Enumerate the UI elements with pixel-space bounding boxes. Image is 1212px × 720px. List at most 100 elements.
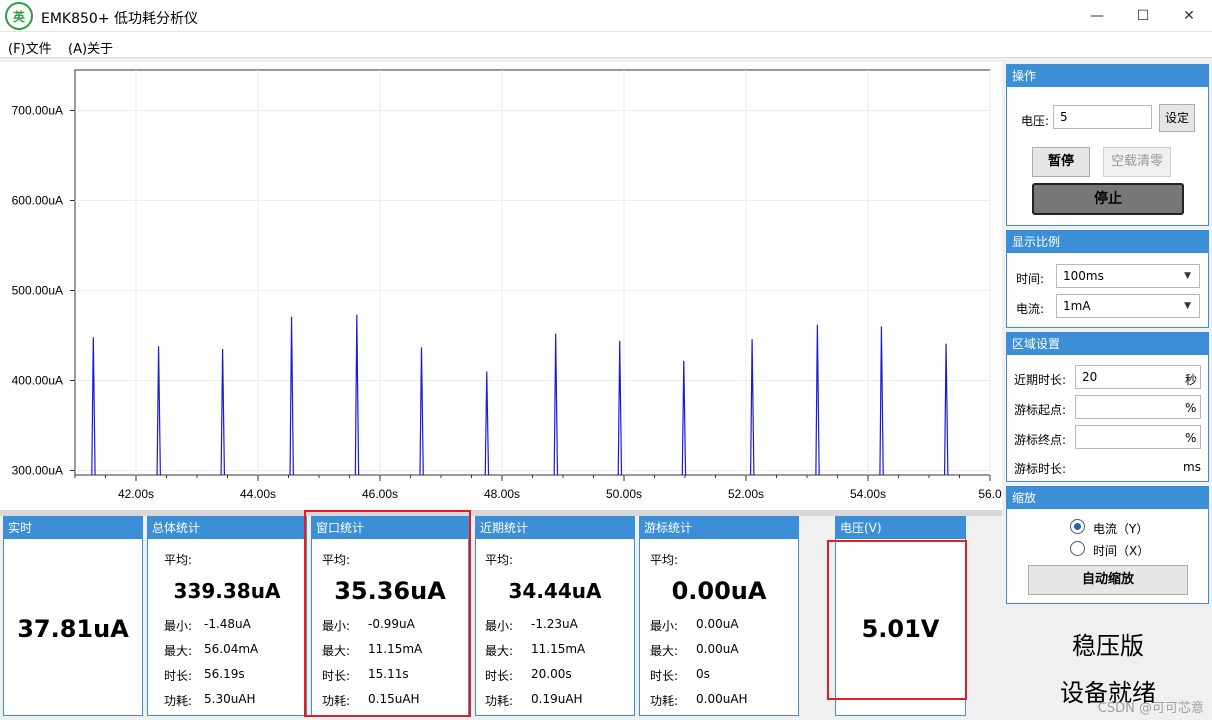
realtime-header: 实时 (4, 517, 142, 539)
zoom-current-label[interactable]: 电流（Y） (1093, 520, 1148, 537)
x-tick-label: 48.00s (484, 487, 520, 501)
cursor-end-unit: % (1185, 431, 1197, 445)
cursor-max-label: 最大: (650, 644, 679, 658)
total-duration-label: 时长: (164, 669, 193, 683)
x-tick-label: 56.0 (978, 487, 1002, 501)
x-tick-label: 50.00s (606, 487, 642, 501)
mode-label: 稳压版 (1072, 632, 1144, 660)
realtime-value: 37.81uA (17, 615, 129, 643)
y-tick-label: 500.00uA (12, 284, 63, 298)
cursor-energy-label: 功耗: (650, 694, 679, 708)
recent-duration-setting-label: 近期时长: (1014, 373, 1067, 387)
maximize-button[interactable]: ☐ (1120, 0, 1166, 32)
current-scale-select[interactable]: 1mA ▼ (1056, 294, 1200, 318)
recent-energy-label: 功耗: (485, 694, 514, 708)
zoom-current-radio[interactable] (1070, 519, 1085, 534)
time-scale-label: 时间: (1016, 272, 1045, 286)
cursor-max-value: 0.00uA (696, 642, 739, 656)
cursor-min-value: 0.00uA (696, 617, 739, 631)
set-voltage-button[interactable]: 设定 (1159, 104, 1195, 132)
pause-button[interactable]: 暂停 (1032, 147, 1090, 177)
chevron-down-icon: ▼ (1184, 301, 1191, 311)
cursor-avg-label: 平均: (650, 553, 679, 567)
cursor-stats-panel: 游标统计 平均: 0.00uA 最小: 0.00uA 最大: 0.00uA 时长… (639, 516, 799, 716)
y-tick-label: 700.00uA (12, 104, 63, 118)
recent-duration-input[interactable]: 20 (1075, 365, 1201, 389)
window-title: EMK850+ 低功耗分析仪 (41, 11, 199, 27)
operation-panel: 操作 电压: 5 设定 暂停 空载清零 停止 (1006, 64, 1209, 226)
total-duration-value: 56.19s (204, 667, 245, 681)
cursor-duration-label: 游标时长: (1014, 462, 1067, 476)
total-avg-value: 339.38uA (173, 579, 281, 603)
recent-duration-label: 时长: (485, 669, 514, 683)
current-chart-panel: 700.00uA 600.00uA 500.00uA 400.00uA 300.00uA… (0, 62, 1002, 510)
watermark: CSDN @可可芯意 (1097, 701, 1204, 716)
x-tick-label: 42.00s (118, 487, 154, 501)
zoom-time-radio[interactable] (1070, 541, 1085, 556)
auto-zoom-button[interactable]: 自动缩放 (1028, 565, 1188, 595)
recent-duration-value: 20.00s (531, 667, 572, 681)
menu-bar: (F)文件 (A)关于 (0, 32, 1212, 58)
recent-max-label: 最大: (485, 644, 514, 658)
recent-stats-header: 近期统计 (476, 517, 634, 539)
region-settings-panel: 区域设置 近期时长: 20 秒 游标起点: % 游标终点: % 游标时长: ms (1006, 332, 1209, 482)
recent-stats-panel: 近期统计 平均: 34.44uA 最小: -1.23uA 最大: 11.15mA… (475, 516, 635, 716)
total-min-label: 最小: (164, 619, 193, 633)
title-bar: 英 EMK850+ 低功耗分析仪 — ☐ ✕ (0, 0, 1212, 32)
display-scale-header: 显示比例 (1007, 231, 1208, 253)
cursor-avg-value: 0.00uA (671, 577, 767, 605)
recent-max-value: 11.15mA (531, 642, 586, 656)
cursor-end-input[interactable] (1075, 425, 1201, 449)
minimize-button[interactable]: — (1074, 0, 1120, 32)
total-max-value: 56.04mA (204, 642, 259, 656)
y-tick-label: 600.00uA (12, 194, 63, 208)
voltage-input-label: 电压: (1021, 114, 1050, 128)
display-scale-panel: 显示比例 时间: 100ms ▼ 电流: 1mA ▼ (1006, 230, 1209, 328)
menu-about[interactable]: (A)关于 (68, 38, 113, 57)
cursor-start-label: 游标起点: (1014, 403, 1067, 417)
zero-calibrate-button[interactable]: 空载清零 (1103, 147, 1171, 177)
menu-file[interactable]: (F)文件 (8, 38, 52, 57)
plot-area (74, 69, 991, 476)
region-settings-header: 区域设置 (1007, 333, 1208, 355)
realtime-panel: 实时 37.81uA (3, 516, 143, 716)
chevron-down-icon: ▼ (1184, 271, 1191, 281)
recent-min-value: -1.23uA (531, 617, 578, 631)
cursor-energy-value: 0.00uAH (696, 692, 748, 706)
stop-button[interactable]: 停止 (1032, 183, 1184, 215)
time-scale-select[interactable]: 100ms ▼ (1056, 264, 1200, 288)
y-tick-label: 300.00uA (12, 464, 63, 478)
voltage-header: 电压(V) (836, 517, 965, 539)
recent-avg-value: 34.44uA (508, 579, 602, 603)
close-button[interactable]: ✕ (1166, 0, 1212, 32)
total-max-label: 最大: (164, 644, 193, 658)
cursor-duration-label: 时长: (650, 669, 679, 683)
cursor-duration-unit: ms (1183, 460, 1201, 474)
total-energy-label: 功耗: (164, 694, 193, 708)
x-tick-label: 44.00s (240, 487, 276, 501)
operation-header: 操作 (1007, 65, 1208, 87)
cursor-end-label: 游标终点: (1014, 433, 1067, 447)
cursor-min-label: 最小: (650, 619, 679, 633)
total-avg-label: 平均: (164, 553, 193, 567)
total-stats-header: 总体统计 (148, 517, 306, 539)
current-scale-value: 1mA (1063, 299, 1091, 313)
voltage-highlight (827, 540, 967, 700)
total-min-value: -1.48uA (204, 617, 251, 631)
recent-min-label: 最小: (485, 619, 514, 633)
y-tick-label: 400.00uA (12, 374, 63, 388)
current-chart[interactable]: 700.00uA 600.00uA 500.00uA 400.00uA 300.00uA… (0, 62, 1002, 510)
x-tick-label: 52.00s (728, 487, 764, 501)
cursor-start-unit: % (1185, 401, 1197, 415)
cursor-duration-value: 0s (696, 667, 710, 681)
zoom-time-label[interactable]: 时间（X） (1093, 542, 1149, 559)
recent-avg-label: 平均: (485, 553, 514, 567)
window-stats-highlight (304, 510, 471, 717)
zoom-header: 缩放 (1007, 487, 1208, 509)
voltage-input[interactable]: 5 (1053, 105, 1152, 129)
recent-energy-value: 0.19uAH (531, 692, 583, 706)
recent-duration-unit: 秒 (1185, 373, 1198, 387)
total-energy-value: 5.30uAH (204, 692, 256, 706)
x-tick-label: 46.00s (362, 487, 398, 501)
cursor-start-input[interactable] (1075, 395, 1201, 419)
